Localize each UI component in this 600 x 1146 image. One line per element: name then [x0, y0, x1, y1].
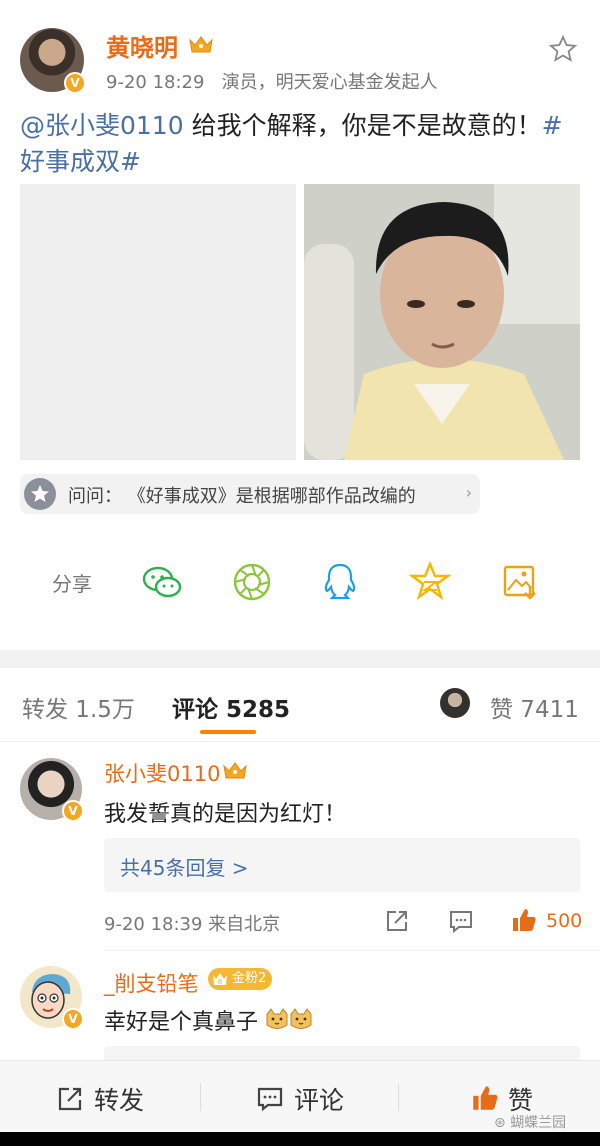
weibo-post: V 黄晓明 9-20 18:29 演员，明天爱心基金发起人 @张小斐0110 给… — [0, 0, 600, 650]
vip-crown-icon — [188, 34, 214, 54]
commenter-name[interactable]: 张小斐0110 — [104, 758, 220, 788]
fan-badge-label: 金粉2 — [232, 971, 267, 986]
separator — [398, 1083, 399, 1111]
tab-comments[interactable]: 评论 5285 — [172, 690, 290, 724]
wechat-icon[interactable] — [140, 560, 184, 604]
author-bio: 演员，明天爱心基金发起人 — [221, 72, 438, 93]
tab-likes[interactable]: 赞 7411 — [490, 690, 579, 724]
view-replies-button[interactable]: 共45条回复 > — [104, 838, 580, 892]
active-tab-indicator — [200, 730, 256, 734]
comment-button[interactable]: 评论 — [256, 1061, 376, 1133]
repost-icon — [58, 1087, 82, 1111]
post-time: 9-20 18:29 — [106, 72, 205, 93]
favorite-star-icon[interactable] — [548, 34, 578, 64]
verified-badge-icon: V — [62, 1008, 84, 1030]
share-label: 分享 — [52, 572, 92, 596]
post-meta: 9-20 18:29 演员，明天爱心基金发起人 — [106, 68, 438, 94]
fan-crown-icon: 6 — [213, 973, 227, 986]
post-image-1[interactable] — [20, 184, 296, 460]
liker-avatar — [440, 688, 470, 718]
like-thumb-icon — [473, 1086, 498, 1110]
vip-crown-icon — [222, 760, 248, 780]
section-divider — [0, 650, 600, 668]
replies-label: 共45条回复 > — [120, 856, 249, 880]
doge-emoji-icon — [265, 1008, 313, 1038]
like-thumb-icon[interactable] — [510, 906, 538, 934]
man-in-car-photo — [304, 184, 580, 460]
comment-item: V 张小斐0110 我发誓真的是因为红灯！ 共45条回复 > 9-20 18:3… — [0, 742, 600, 952]
mention-link[interactable]: @张小斐0110 — [20, 111, 184, 140]
like-count: 500 — [546, 910, 583, 932]
moments-icon[interactable] — [230, 560, 274, 604]
comment-label: 评论 — [294, 1086, 345, 1115]
ask-question-bar[interactable]: 问问： 《好事成双》是根据哪部作品改编的 › — [20, 474, 480, 514]
view-replies-button[interactable] — [104, 1046, 580, 1060]
verified-badge-icon: V — [64, 72, 86, 94]
interaction-tabs: 转发 1.5万 评论 5285 赞 7411 — [0, 668, 600, 742]
post-body: @张小斐0110 给我个解释，你是不是故意的！#好事成双# — [20, 108, 580, 180]
post-text: 给我个解释，你是不是故意的！ — [183, 111, 542, 140]
post-image-2[interactable] — [304, 184, 580, 460]
comment-icon — [257, 1087, 283, 1112]
divider — [104, 950, 600, 951]
verified-badge-icon: V — [62, 800, 84, 822]
fan-badge: 6 金粉2 — [208, 968, 273, 990]
repost-button[interactable]: 转发 — [56, 1061, 176, 1133]
separator — [200, 1083, 201, 1111]
watermark: ⊛ 蝴蝶兰园 — [494, 1115, 567, 1131]
tab-reposts[interactable]: 转发 1.5万 — [22, 690, 135, 724]
comment-icon[interactable] — [448, 908, 474, 934]
comment-text: 幸好是个真鼻子 — [104, 1004, 313, 1038]
comment-item: V _削支铅笔 6 金粉2 幸好是个真鼻子 — [0, 952, 600, 1060]
share-row: 分享 — [0, 554, 600, 610]
save-image-icon[interactable] — [498, 560, 542, 604]
author-name[interactable]: 黄晓明 — [106, 28, 178, 63]
system-nav-strip — [0, 1132, 600, 1146]
repost-label: 转发 — [94, 1086, 145, 1115]
commenter-avatar[interactable]: V — [20, 966, 84, 1030]
qq-icon[interactable] — [318, 560, 362, 604]
comment-text: 我发誓真的是因为红灯！ — [104, 802, 347, 827]
ask-text: 问问： 《好事成双》是根据哪部作品改编的 — [68, 486, 416, 507]
svg-text:6: 6 — [218, 978, 223, 986]
author-avatar[interactable]: V — [20, 28, 86, 94]
qzone-icon[interactable] — [408, 560, 452, 604]
repost-icon[interactable] — [384, 908, 410, 934]
ask-star-icon — [24, 478, 56, 510]
comment-meta: 9-20 18:39 来自北京 — [104, 914, 281, 935]
commenter-avatar[interactable]: V — [20, 758, 84, 822]
commenter-name[interactable]: _削支铅笔 — [104, 968, 199, 998]
chevron-right-icon: › — [465, 483, 472, 502]
